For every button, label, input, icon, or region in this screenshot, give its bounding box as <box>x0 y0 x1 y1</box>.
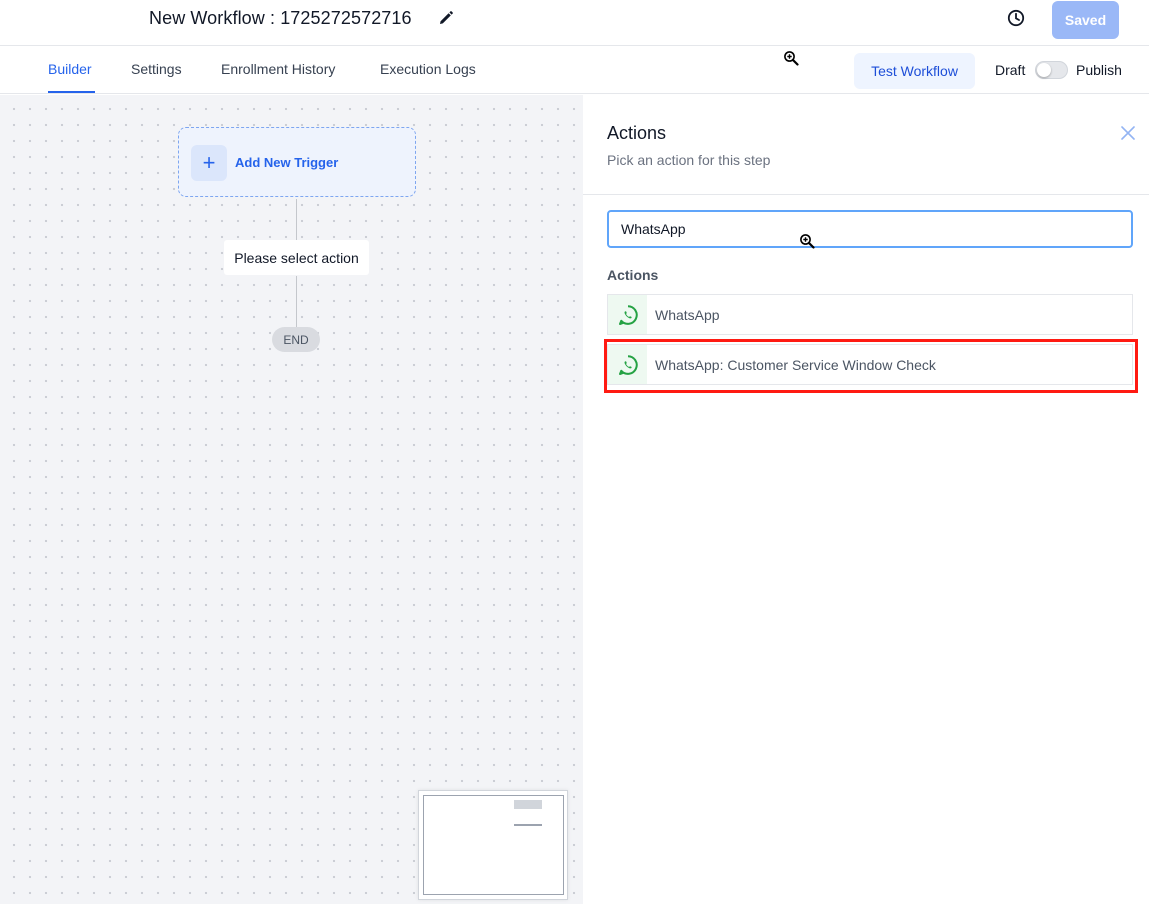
zoom-cursor-icon <box>800 234 815 249</box>
active-tab-indicator <box>48 91 95 93</box>
history-clock-icon[interactable] <box>1006 8 1026 28</box>
test-workflow-button[interactable]: Test Workflow <box>854 53 975 89</box>
publish-toggle[interactable] <box>1035 61 1068 79</box>
tab-enrollment-history[interactable]: Enrollment History <box>221 61 335 77</box>
actions-panel: Actions Pick an action for this step Act… <box>583 95 1149 904</box>
close-icon[interactable] <box>1120 125 1136 141</box>
toggle-knob <box>1037 63 1051 77</box>
panel-title: Actions <box>607 123 667 143</box>
add-trigger-card[interactable]: + Add New Trigger <box>178 127 416 197</box>
draft-label: Draft <box>995 62 1026 78</box>
workflow-title: New Workflow : 1725272572716 <box>149 8 412 28</box>
action-item-whatsapp[interactable]: WhatsApp <box>607 294 1133 335</box>
whatsapp-icon <box>608 295 647 334</box>
action-item-label: WhatsApp <box>655 307 720 323</box>
minimap-node <box>514 800 542 809</box>
end-node: END <box>272 327 320 352</box>
add-trigger-label: Add New Trigger <box>235 155 339 170</box>
tab-execution-logs[interactable]: Execution Logs <box>380 61 476 77</box>
action-placeholder-node[interactable]: Please select action <box>224 240 369 275</box>
minimap-node <box>514 824 542 826</box>
action-search-input[interactable] <box>607 210 1133 248</box>
panel-subtitle: Pick an action for this step <box>607 152 771 168</box>
actions-section-label: Actions <box>607 267 659 283</box>
workflow-canvas[interactable]: + Add New Trigger Please select action E… <box>0 95 583 904</box>
tab-settings[interactable]: Settings <box>131 61 182 77</box>
top-bar: New Workflow : 1725272572716 Saved <box>0 0 1149 46</box>
saved-button[interactable]: Saved <box>1052 1 1119 39</box>
publish-label: Publish <box>1076 62 1122 78</box>
minimap[interactable] <box>418 790 568 900</box>
highlight-annotation-box <box>604 339 1138 393</box>
plus-icon: + <box>191 145 227 181</box>
tab-builder[interactable]: Builder <box>48 61 92 77</box>
tab-bar: Builder Settings Enrollment History Exec… <box>0 46 1149 94</box>
connector-line <box>296 276 297 327</box>
pencil-icon[interactable] <box>438 10 454 26</box>
minimap-viewport <box>423 795 564 895</box>
connector-line <box>296 199 297 240</box>
zoom-cursor-icon <box>784 51 799 66</box>
divider <box>583 194 1149 195</box>
